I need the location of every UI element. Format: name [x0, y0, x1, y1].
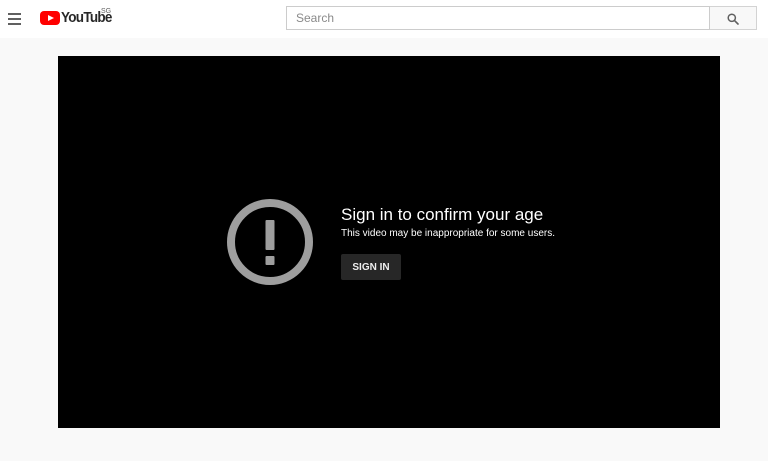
video-player[interactable]: Sign in to confirm your age This video m…	[58, 56, 720, 428]
logo-region-code: SG	[101, 8, 112, 15]
search-button[interactable]	[710, 6, 757, 30]
sign-in-button[interactable]: SIGN IN	[341, 254, 401, 280]
exclamation-circle-icon	[227, 199, 313, 285]
search-icon	[727, 13, 739, 25]
search-box	[286, 6, 710, 30]
menu-icon-bar	[8, 23, 21, 25]
menu-icon-bar	[8, 18, 21, 20]
menu-icon-bar	[8, 13, 21, 15]
search-input[interactable]	[287, 7, 709, 29]
youtube-logo-icon	[40, 11, 60, 25]
age-restriction-title: Sign in to confirm your age	[341, 205, 544, 224]
guide-menu-button[interactable]	[6, 9, 26, 29]
masthead: YouTube SG	[0, 0, 768, 38]
age-restriction-subtitle: This video may be inappropriate for some…	[341, 228, 555, 239]
